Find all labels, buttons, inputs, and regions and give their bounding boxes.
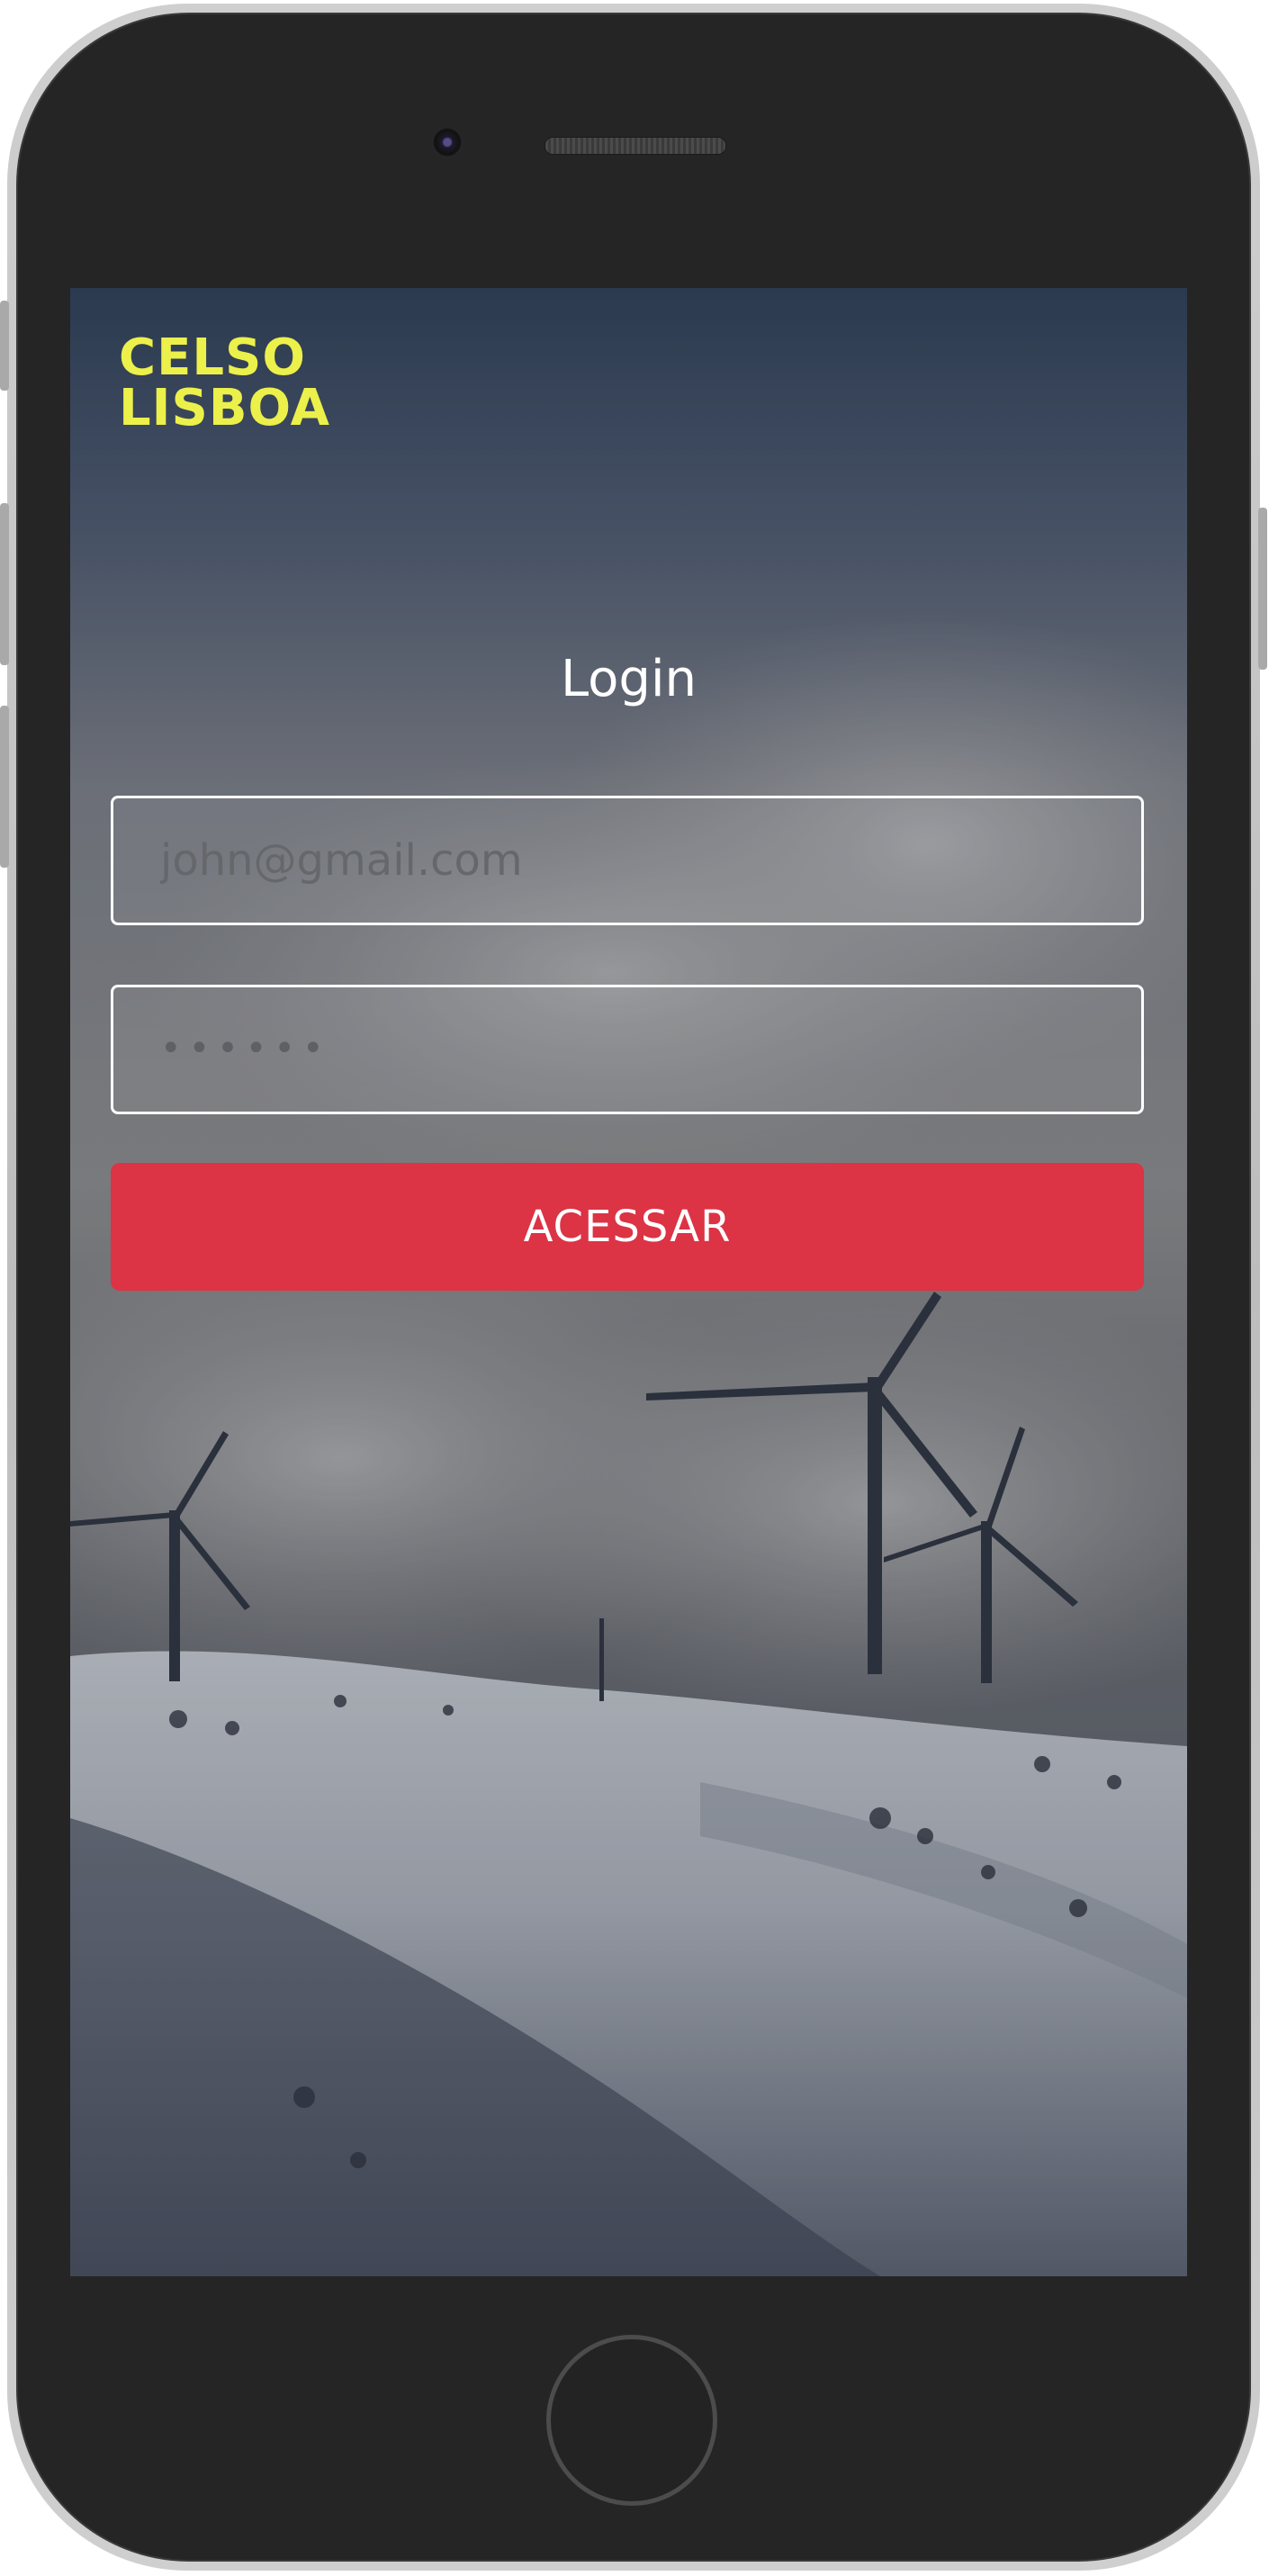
email-field[interactable]: [111, 796, 1144, 925]
logo-line-1: CELSO: [119, 329, 306, 387]
logo-line-2: LISBOA: [119, 379, 330, 437]
brand-logo: CELSO LISBOA: [119, 333, 330, 434]
app-screen: CELSO LISBOA Login •••••• ACESSAR: [70, 288, 1187, 2276]
volume-down-button: [0, 706, 9, 868]
page-title: Login: [560, 650, 698, 708]
password-field[interactable]: [111, 985, 1144, 1114]
home-button-icon[interactable]: [546, 2335, 717, 2506]
volume-up-button: [0, 503, 9, 665]
mute-switch: [0, 301, 9, 391]
earpiece-speaker-icon: [544, 137, 726, 155]
front-camera-icon: [432, 127, 463, 158]
power-button: [1258, 508, 1267, 670]
login-button[interactable]: ACESSAR: [111, 1163, 1144, 1291]
